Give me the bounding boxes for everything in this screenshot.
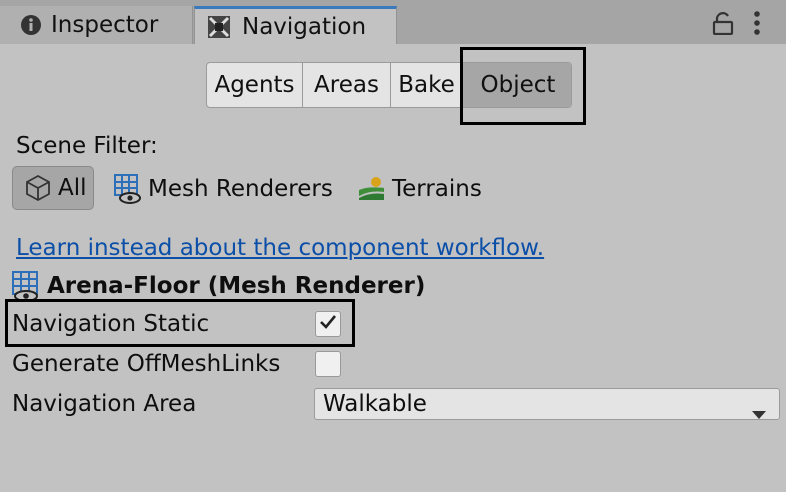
generate-offmeshlinks-checkbox[interactable] — [315, 351, 341, 377]
navigation-static-checkbox[interactable] — [315, 311, 341, 337]
filter-terrains-label: Terrains — [392, 176, 482, 202]
generate-offmeshlinks-label: Generate OffMeshLinks — [12, 351, 281, 377]
more-vertical-icon — [752, 10, 762, 40]
object-title-text: Arena-Floor (Mesh Renderer) — [47, 273, 426, 299]
info-icon — [20, 14, 42, 36]
segment-agents[interactable]: Agents — [207, 63, 303, 107]
dropdown-arrow-icon — [751, 400, 767, 426]
tab-inspector[interactable]: Inspector — [0, 6, 193, 44]
navigation-area-label: Navigation Area — [12, 391, 197, 417]
filter-terrains-button[interactable]: Terrains — [358, 170, 482, 208]
navigation-static-label: Navigation Static — [12, 311, 210, 337]
mesh-renderer-icon — [12, 271, 42, 301]
segment-bake[interactable]: Bake — [391, 63, 463, 107]
lock-icon — [712, 11, 734, 39]
tab-inspector-label: Inspector — [51, 12, 159, 38]
filter-mesh-renderers-button[interactable]: Mesh Renderers — [114, 170, 333, 208]
scene-filter-label: Scene Filter: — [16, 133, 158, 159]
filter-all-button[interactable]: All — [12, 166, 94, 210]
lock-button[interactable] — [712, 10, 734, 40]
segment-areas-label: Areas — [314, 72, 379, 98]
more-options-button[interactable] — [752, 10, 762, 40]
tab-bar: Inspector Navigation — [0, 0, 786, 44]
filter-mesh-renderers-label: Mesh Renderers — [148, 176, 333, 202]
navigation-area-dropdown[interactable]: Walkable — [314, 388, 780, 420]
filter-all-label: All — [58, 175, 87, 201]
tab-navigation[interactable]: Navigation — [194, 6, 397, 44]
segment-agents-label: Agents — [214, 72, 295, 98]
segment-areas[interactable]: Areas — [303, 63, 391, 107]
cube-icon — [25, 174, 51, 202]
terrain-icon — [358, 176, 386, 202]
tab-navigation-label: Navigation — [242, 13, 367, 40]
checkmark-icon — [319, 314, 337, 334]
object-title: Arena-Floor (Mesh Renderer) — [12, 270, 425, 302]
segment-object[interactable]: Object — [463, 63, 571, 107]
segment-object-label: Object — [480, 72, 556, 98]
navigation-mode-tabs: Agents Areas Bake Object — [206, 62, 572, 108]
mesh-renderer-icon — [114, 174, 142, 204]
segment-bake-label: Bake — [398, 72, 455, 98]
navigation-icon — [207, 15, 231, 39]
navigation-area-value: Walkable — [323, 391, 427, 417]
component-workflow-link[interactable]: Learn instead about the component workfl… — [16, 235, 544, 261]
